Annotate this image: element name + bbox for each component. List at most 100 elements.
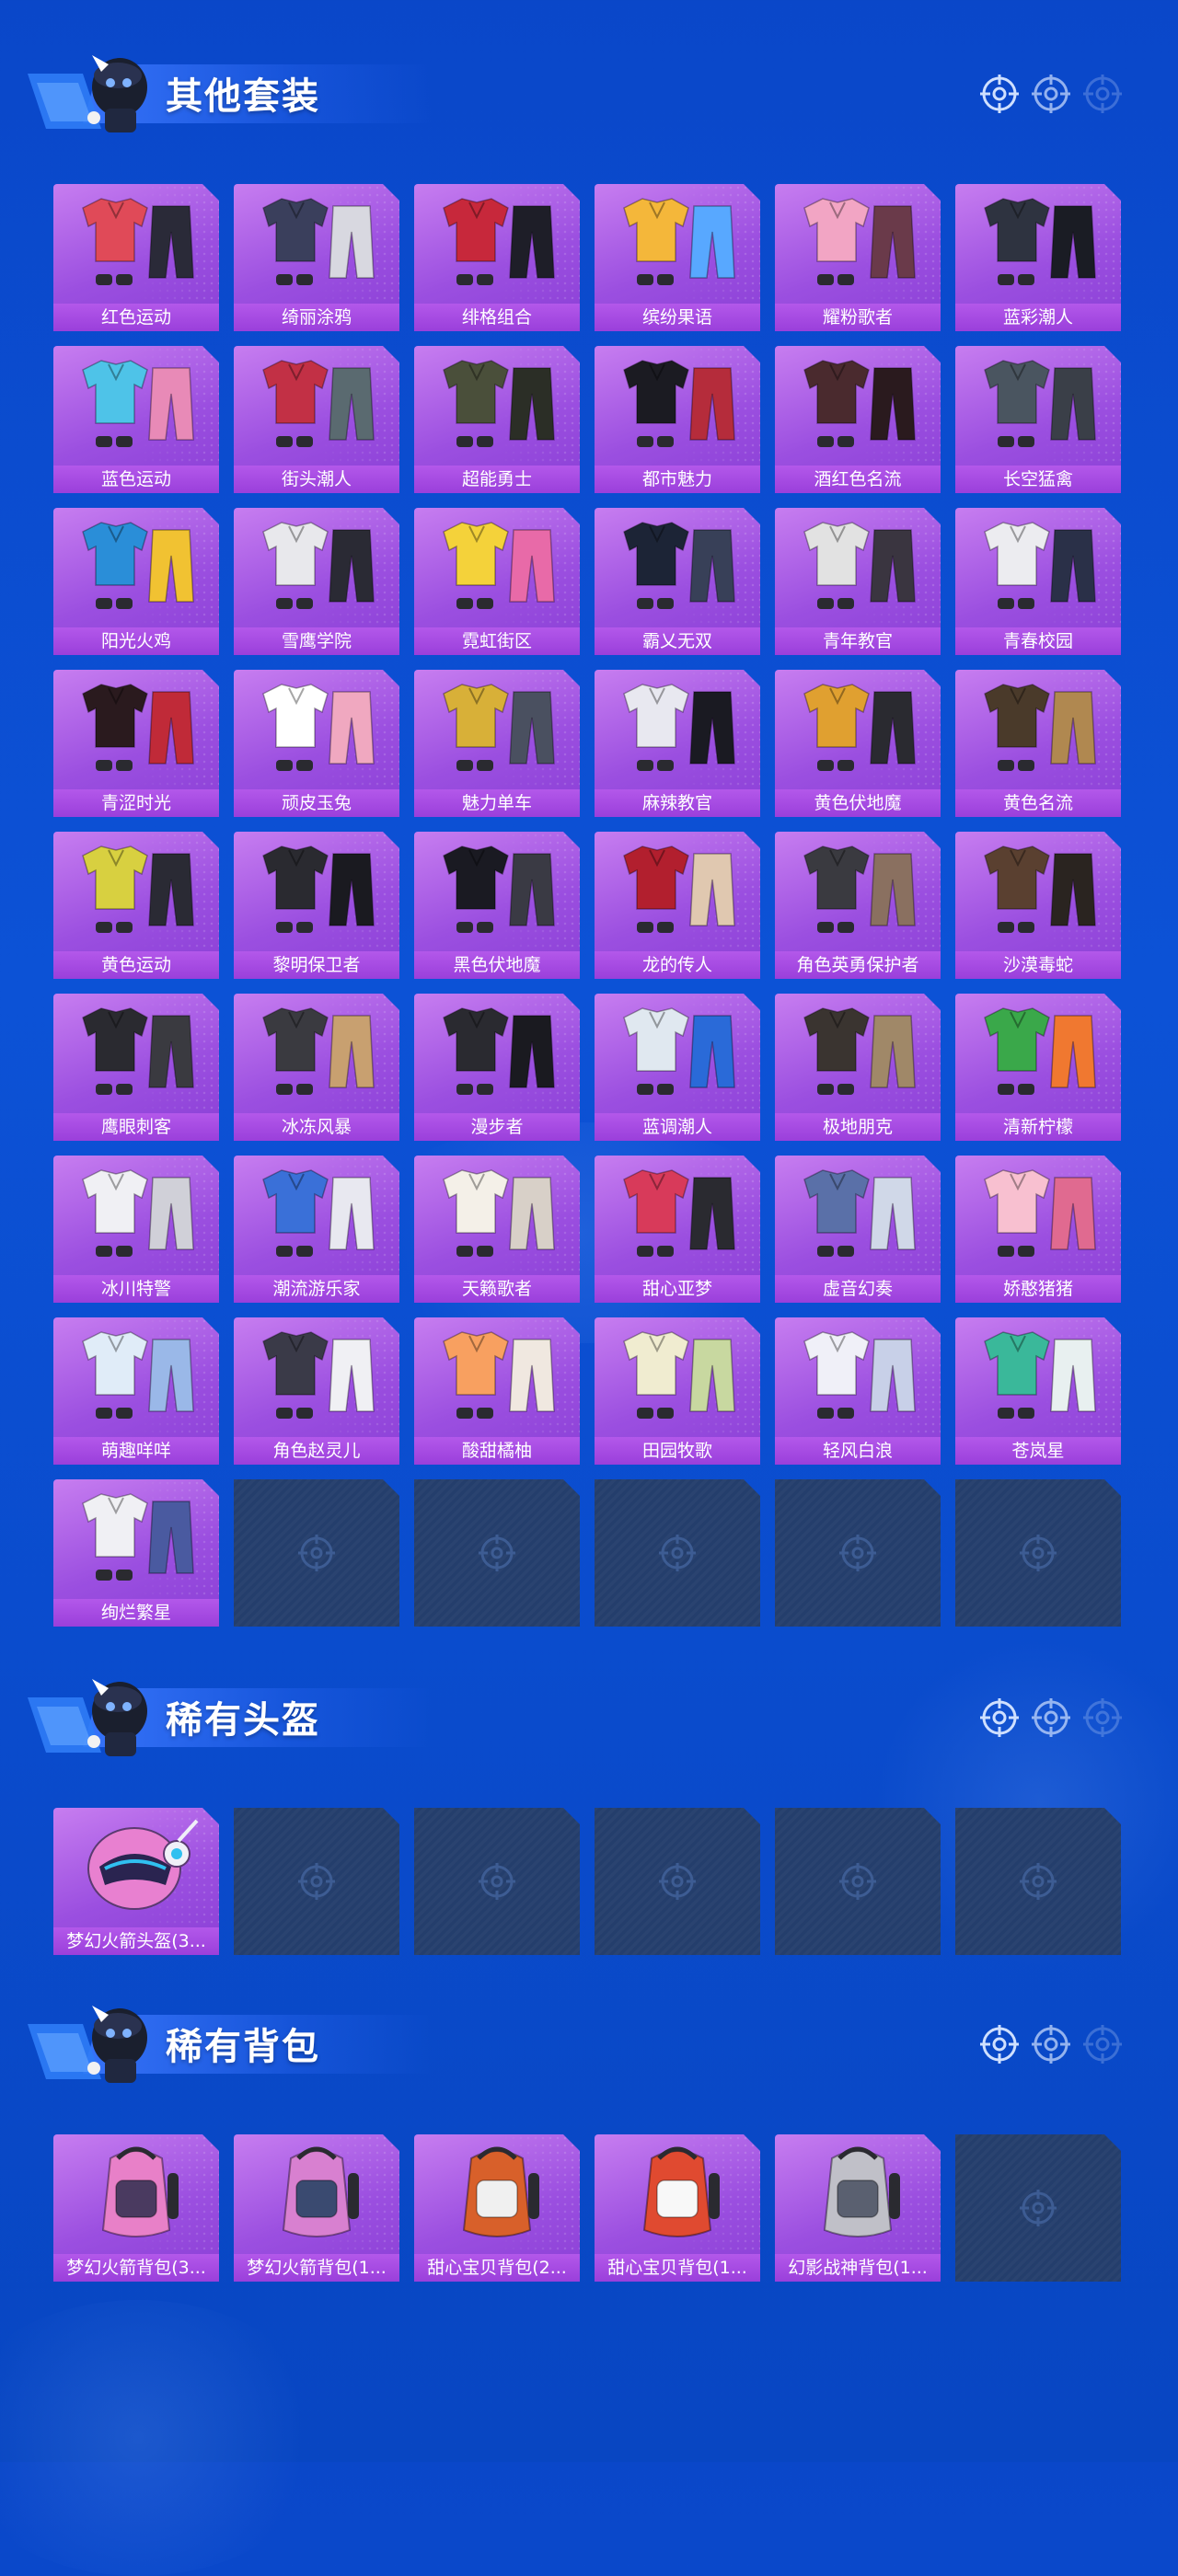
item-card[interactable]: 酒红色名流 [775,346,941,493]
item-card[interactable]: 苍岚星 [955,1317,1121,1465]
outfit-image [423,837,571,946]
outfit-image [63,999,210,1108]
item-card[interactable]: 阳光火鸡 [53,508,219,655]
item-card[interactable]: 漫步者 [414,994,580,1141]
item-card[interactable]: 甜心亚梦 [595,1156,760,1303]
item-label: 红色运动 [53,304,219,331]
outfit-image [604,351,751,460]
item-card[interactable]: 甜心宝贝背包(2... [414,2134,580,2282]
crosshair-icon [657,1861,698,1902]
item-card[interactable]: 霸乂无双 [595,508,760,655]
item-card[interactable]: 黎明保卫者 [234,832,399,979]
empty-slot [775,1479,941,1627]
item-card[interactable]: 麻辣教官 [595,670,760,817]
item-card[interactable]: 青涩时光 [53,670,219,817]
item-card[interactable]: 天籁歌者 [414,1156,580,1303]
item-card[interactable]: 潮流游乐家 [234,1156,399,1303]
outfit-image [243,1161,390,1270]
item-card[interactable]: 黄色运动 [53,832,219,979]
item-card[interactable]: 鹰眼刺客 [53,994,219,1141]
item-label: 缤纷果语 [595,304,760,331]
item-card[interactable]: 轻风白浪 [775,1317,941,1465]
outfit-image [604,190,751,298]
item-card[interactable]: 都市魅力 [595,346,760,493]
item-label: 甜心亚梦 [595,1275,760,1303]
item-card[interactable]: 魅力单车 [414,670,580,817]
item-card[interactable]: 幻影战神背包(1... [775,2134,941,2282]
item-card[interactable]: 甜心宝贝背包(1... [595,2134,760,2282]
item-label: 甜心宝贝背包(2... [414,2254,580,2282]
mascot-icon [28,1987,156,2088]
crosshair-decoration [979,1697,1123,1738]
item-label: 霓虹街区 [414,627,580,655]
item-card[interactable]: 冰冻风暴 [234,994,399,1141]
item-card[interactable]: 梦幻火箭背包(1... [234,2134,399,2282]
item-card[interactable]: 黑色伏地魔 [414,832,580,979]
outfit-image [784,1161,931,1270]
item-card[interactable]: 绚烂繁星 [53,1479,219,1627]
item-card[interactable]: 酸甜橘柚 [414,1317,580,1465]
crosshair-icon [477,1861,517,1902]
item-card[interactable]: 蓝彩潮人 [955,184,1121,331]
item-card[interactable]: 青年教官 [775,508,941,655]
crosshair-icon [1082,2024,1123,2064]
outfit-image [604,513,751,622]
outfit-image [964,837,1112,946]
item-card[interactable]: 顽皮玉兔 [234,670,399,817]
item-card[interactable]: 黄色伏地魔 [775,670,941,817]
item-card[interactable]: 蓝调潮人 [595,994,760,1141]
item-card[interactable]: 冰川特警 [53,1156,219,1303]
item-label: 鹰眼刺客 [53,1113,219,1141]
empty-slot [414,1808,580,1955]
item-label: 魅力单车 [414,789,580,817]
outfit-image [423,1323,571,1432]
item-label: 冰冻风暴 [234,1113,399,1141]
backpack-image [423,2140,571,2248]
item-card[interactable]: 极地朋克 [775,994,941,1141]
outfit-image [784,190,931,298]
item-card[interactable]: 绯格组合 [414,184,580,331]
item-card[interactable]: 长空猛禽 [955,346,1121,493]
item-label: 雪鹰学院 [234,627,399,655]
item-card[interactable]: 青春校园 [955,508,1121,655]
crosshair-icon [477,1533,517,1573]
item-card[interactable]: 超能勇士 [414,346,580,493]
outfit-image [964,513,1112,622]
outfit-image [604,837,751,946]
item-label: 幻影战神背包(1... [775,2254,941,2282]
item-card[interactable]: 红色运动 [53,184,219,331]
item-card[interactable]: 耀粉歌者 [775,184,941,331]
outfit-image [63,1323,210,1432]
empty-slot [595,1808,760,1955]
item-card[interactable]: 龙的传人 [595,832,760,979]
item-card[interactable]: 街头潮人 [234,346,399,493]
item-card[interactable]: 绮丽涂鸦 [234,184,399,331]
item-label: 潮流游乐家 [234,1275,399,1303]
item-label: 蓝色运动 [53,466,219,493]
item-card[interactable]: 清新柠檬 [955,994,1121,1141]
item-card[interactable]: 梦幻火箭背包(3... [53,2134,219,2282]
item-card[interactable]: 虚音幻奏 [775,1156,941,1303]
outfit-image [604,1323,751,1432]
item-card[interactable]: 萌趣咩咩 [53,1317,219,1465]
item-label: 绯格组合 [414,304,580,331]
item-card[interactable]: 雪鹰学院 [234,508,399,655]
item-label: 田园牧歌 [595,1437,760,1465]
outfit-image [423,1161,571,1270]
item-card[interactable]: 角色赵灵儿 [234,1317,399,1465]
empty-slot [955,1808,1121,1955]
outfit-image [243,675,390,784]
item-card[interactable]: 田园牧歌 [595,1317,760,1465]
item-card[interactable]: 角色英勇保护者 [775,832,941,979]
item-label: 黄色名流 [955,789,1121,817]
item-card[interactable]: 缤纷果语 [595,184,760,331]
crosshair-icon [1082,74,1123,114]
item-card[interactable]: 娇憨猪猪 [955,1156,1121,1303]
crosshair-icon [979,1697,1020,1738]
item-card[interactable]: 梦幻火箭头盔(3... [53,1808,219,1955]
item-card[interactable]: 黄色名流 [955,670,1121,817]
item-card[interactable]: 霓虹街区 [414,508,580,655]
item-card[interactable]: 蓝色运动 [53,346,219,493]
item-card[interactable]: 沙漠毒蛇 [955,832,1121,979]
crosshair-icon [657,1533,698,1573]
